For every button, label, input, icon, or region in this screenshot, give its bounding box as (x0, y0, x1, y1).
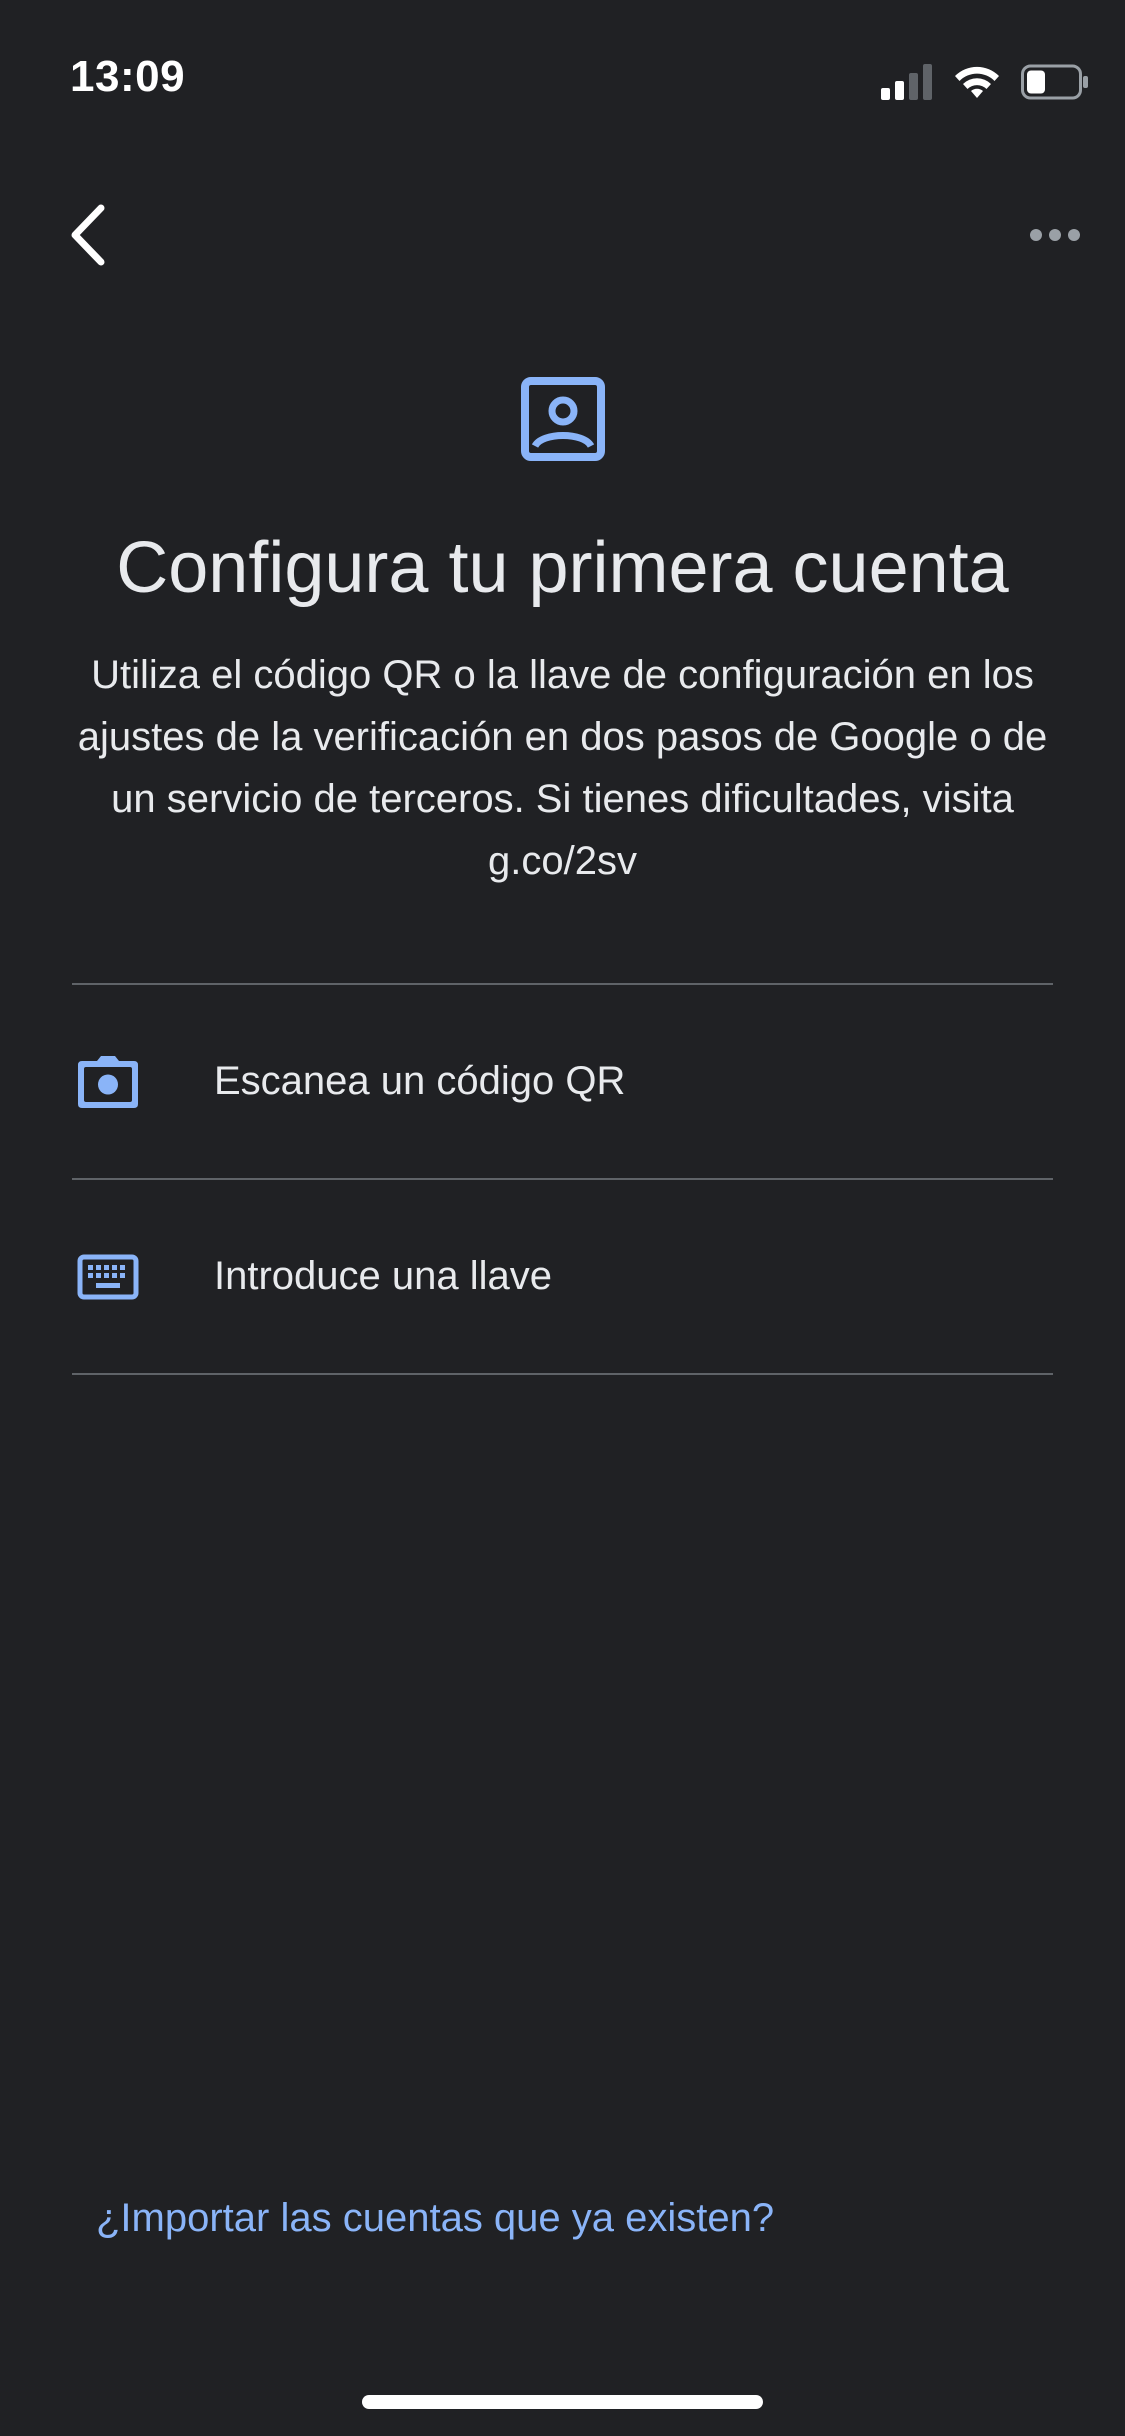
home-indicator[interactable] (362, 2395, 763, 2409)
scan-qr-option[interactable]: Escanea un código QR (72, 985, 1053, 1180)
status-icons (881, 60, 1089, 104)
more-options-button[interactable] (1015, 190, 1095, 280)
account-box-icon (521, 377, 605, 461)
cellular-signal-icon (881, 64, 932, 100)
more-horizontal-icon (1030, 229, 1080, 241)
back-button[interactable] (52, 190, 122, 280)
top-app-bar (0, 190, 1125, 280)
wifi-icon (955, 66, 999, 98)
status-time: 13:09 (70, 52, 186, 101)
page-description: Utiliza el código QR o la llave de confi… (77, 653, 1048, 883)
camera-icon (78, 1055, 138, 1108)
keyboard-icon (77, 1254, 139, 1299)
setup-options-list: Escanea un código QR Introduce una llave (72, 983, 1053, 1375)
import-accounts-link[interactable]: ¿Importar las cuentas que ya existen? (96, 2196, 774, 2241)
page-title: Configura tu primera cuenta (116, 528, 1009, 608)
battery-icon (1021, 64, 1088, 100)
enter-key-label: Introduce una llave (214, 1254, 553, 1298)
camera-icon-wrap (77, 1051, 139, 1113)
chevron-left-icon (71, 204, 105, 266)
keyboard-icon-wrap (77, 1246, 139, 1308)
enter-key-option[interactable]: Introduce una llave (72, 1180, 1053, 1375)
status-bar: 13:09 (0, 0, 1125, 160)
scan-qr-label: Escanea un código QR (214, 1059, 626, 1103)
